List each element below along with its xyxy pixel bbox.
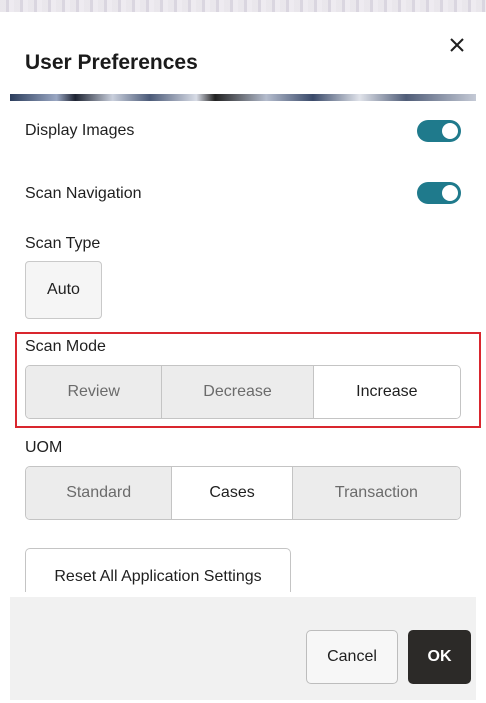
scan-mode-decrease[interactable]: Decrease xyxy=(162,366,314,418)
display-images-toggle[interactable] xyxy=(417,120,461,142)
dialog-footer: Cancel OK xyxy=(10,597,476,700)
dialog-title: User Preferences xyxy=(25,51,198,74)
reset-all-settings-button[interactable]: Reset All Application Settings xyxy=(25,548,291,592)
close-icon xyxy=(450,38,464,52)
ok-button[interactable]: OK xyxy=(408,630,471,684)
uom-standard[interactable]: Standard xyxy=(26,467,173,519)
scan-mode-selector: Review Decrease Increase xyxy=(25,365,461,419)
header-banner-image xyxy=(10,94,476,101)
scan-navigation-label: Scan Navigation xyxy=(25,185,142,202)
background-strip xyxy=(0,0,486,12)
scan-type-auto-button[interactable]: Auto xyxy=(25,261,102,319)
scan-type-selector: Auto xyxy=(25,261,197,319)
uom-label: UOM xyxy=(25,439,63,456)
uom-selector: Standard Cases Transaction xyxy=(25,466,461,520)
scan-mode-label: Scan Mode xyxy=(25,338,106,355)
scan-type-label: Scan Type xyxy=(25,235,101,252)
user-preferences-dialog: User Preferences Display Images Scan Nav… xyxy=(10,12,481,700)
cancel-button[interactable]: Cancel xyxy=(306,630,398,684)
uom-cases[interactable]: Cases xyxy=(172,467,293,519)
scan-navigation-toggle[interactable] xyxy=(417,182,461,204)
toggle-knob xyxy=(442,123,458,139)
uom-transaction[interactable]: Transaction xyxy=(292,467,460,519)
close-button[interactable] xyxy=(446,34,468,56)
display-images-label: Display Images xyxy=(25,122,135,139)
scan-mode-review[interactable]: Review xyxy=(26,366,163,418)
toggle-knob xyxy=(442,185,458,201)
scan-mode-increase[interactable]: Increase xyxy=(313,366,460,418)
